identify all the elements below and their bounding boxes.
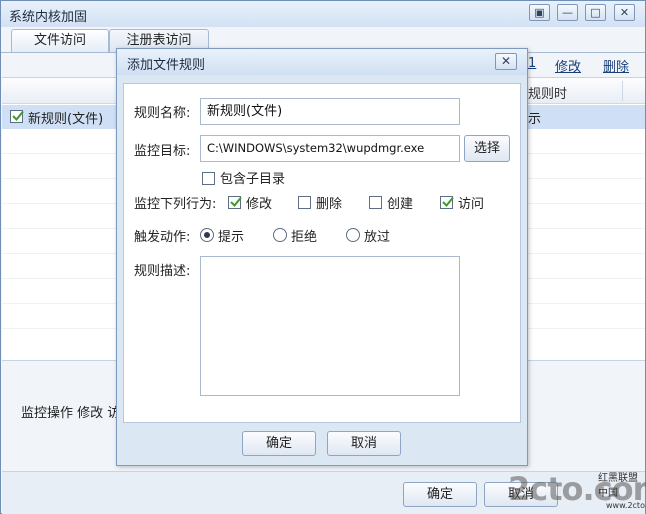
behavior-access-label: 访问 (458, 197, 485, 212)
check-icon (442, 196, 454, 207)
behavior-delete-checkbox[interactable] (298, 196, 311, 209)
action-deny-label: 拒绝 (291, 230, 318, 245)
behavior-access-checkbox[interactable] (440, 196, 454, 209)
minimize-icon[interactable]: — (557, 4, 578, 21)
check-icon (12, 110, 24, 121)
include-subdirs-label: 包含子目录 (220, 172, 286, 187)
watermark-side-top: 红黑联盟 (598, 473, 638, 484)
include-subdirs-checkbox[interactable] (202, 172, 215, 185)
main-ok-button[interactable]: 确定 (403, 482, 477, 507)
dialog-ok-button[interactable]: 确定 (242, 431, 316, 456)
action-prompt-radio[interactable] (200, 228, 214, 242)
behavior-create-label: 创建 (387, 197, 414, 212)
behavior-create-checkbox[interactable] (369, 196, 382, 209)
dialog-title: 添加文件规则 (127, 58, 206, 73)
row-checkbox[interactable] (10, 110, 24, 123)
rule-name-input[interactable]: 新规则(文件) (200, 98, 460, 125)
watermark-logo: 2cto.com 红黑联盟 中国 www.2cto.com (508, 470, 646, 514)
behavior-delete-label: 删除 (316, 197, 343, 212)
radio-selected-dot (204, 232, 210, 238)
row-rule-name: 新规则(文件) (28, 112, 104, 127)
tab-file-access[interactable]: 文件访问 (11, 29, 109, 53)
target-path-input[interactable]: C:\WINDOWS\system32\wupdmgr.exe (200, 135, 460, 162)
behavior-modify-label: 修改 (246, 197, 273, 212)
action-deny-radio[interactable] (273, 228, 287, 242)
description-label: 规则描述: (134, 264, 191, 279)
edit-link[interactable]: 修改 (555, 56, 581, 75)
action-allow-label: 放过 (364, 230, 391, 245)
action-prompt-label: 提示 (218, 230, 245, 245)
action-label: 触发动作: (134, 230, 191, 245)
header-separator (622, 81, 623, 101)
watermark-side-url: www.2cto.com (606, 501, 646, 510)
check-icon (230, 196, 242, 207)
menu-icon[interactable]: ▣ (529, 4, 550, 21)
add-link-partial[interactable]: 1 (528, 56, 536, 71)
choose-button[interactable]: 选择 (464, 135, 510, 162)
target-label: 监控目标: (134, 144, 191, 159)
close-icon[interactable]: ✕ (614, 4, 635, 21)
dialog-title-bar: 添加文件规则 ✕ (117, 49, 527, 75)
dialog-cancel-button[interactable]: 取消 (327, 431, 401, 456)
main-title-bar: 系统内核加固 ▣ — □ ✕ (1, 1, 645, 27)
add-file-rule-dialog: 添加文件规则 ✕ 规则名称: 新规则(文件) 监控目标: C:\WINDOWS\… (116, 48, 528, 466)
dialog-close-icon[interactable]: ✕ (495, 53, 517, 70)
behaviors-label: 监控下列行为: (134, 197, 217, 212)
watermark-side-bottom: 中国 (598, 488, 618, 499)
delete-link[interactable]: 删除 (603, 56, 629, 75)
maximize-icon[interactable]: □ (585, 4, 606, 21)
rule-name-label: 规则名称: (134, 106, 191, 121)
header-rule-time[interactable]: 规则时 (528, 83, 567, 102)
row-partial-cell: 示 (528, 112, 542, 127)
behavior-modify-checkbox[interactable] (228, 196, 242, 209)
status-text: 监控操作 修改 访 (21, 406, 121, 421)
dialog-body: 规则名称: 新规则(文件) 监控目标: C:\WINDOWS\system32\… (123, 83, 521, 423)
action-allow-radio[interactable] (346, 228, 360, 242)
description-textarea[interactable] (200, 256, 460, 396)
main-window-title: 系统内核加固 (9, 10, 88, 25)
